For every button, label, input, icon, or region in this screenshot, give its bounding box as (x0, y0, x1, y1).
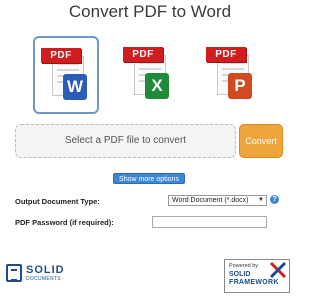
solid-documents-mark-icon (6, 264, 22, 282)
format-selector: PDF W PDF X PDF P (0, 36, 300, 116)
solid-documents-logo[interactable]: SOLID DOCUMENTS (6, 262, 76, 286)
show-more-options-button[interactable]: Show more options (113, 173, 185, 184)
logo-word-framework: FRAMEWORK (229, 279, 279, 286)
output-type-label: Output Document Type: (15, 197, 100, 206)
format-option-excel[interactable]: PDF X (116, 36, 182, 114)
output-type-value: Word Document (*.docx) (172, 197, 249, 204)
convert-button[interactable]: Convert (239, 124, 283, 158)
chevron-down-icon: ▼ (258, 197, 264, 203)
solid-framework-x-icon (269, 261, 287, 279)
logo-word-documents: DOCUMENTS (26, 276, 61, 282)
pdf-badge-icon: PDF (123, 47, 163, 62)
logo-word-solid: SOLID (229, 271, 251, 278)
pdf-badge-icon: PDF (41, 48, 81, 63)
password-field[interactable] (152, 216, 267, 228)
powerpoint-icon: P (228, 73, 252, 99)
powered-by-text: Powered by (229, 263, 259, 269)
help-icon[interactable]: ? (270, 195, 279, 204)
excel-icon: X (145, 73, 169, 99)
word-icon: W (63, 74, 87, 100)
file-drop-zone[interactable]: Select a PDF file to convert (15, 124, 236, 158)
format-option-powerpoint[interactable]: PDF P (199, 36, 265, 114)
format-option-word[interactable]: PDF W (33, 36, 99, 114)
pdf-badge-icon: PDF (206, 47, 246, 62)
logo-word-solid: SOLID (26, 264, 65, 276)
password-label: PDF Password (if required): (15, 218, 114, 227)
page-title: Convert PDF to Word (68, 2, 232, 21)
powered-by-solid-framework-logo[interactable]: Powered by SOLID FRAMEWORK (224, 259, 290, 293)
output-type-select[interactable]: Word Document (*.docx) ▼ (168, 195, 267, 206)
